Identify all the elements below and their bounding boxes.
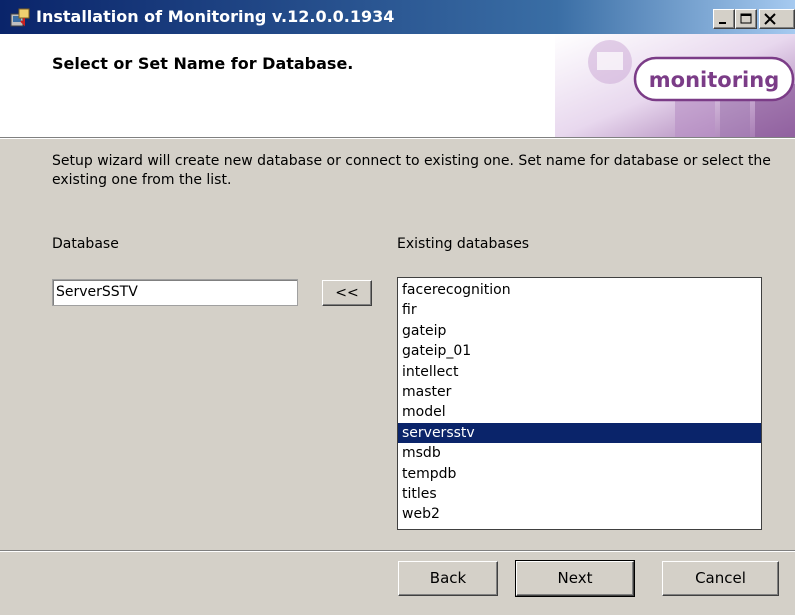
existing-databases-label: Existing databases xyxy=(397,236,530,252)
list-item[interactable]: gateip_01 xyxy=(398,341,761,361)
list-item[interactable]: intellect xyxy=(398,362,761,382)
back-button[interactable]: Back xyxy=(398,561,498,596)
list-item[interactable]: web2 xyxy=(398,504,761,524)
list-item[interactable]: msdb xyxy=(398,443,761,463)
next-button[interactable]: Next xyxy=(515,560,635,597)
list-item-selected[interactable]: serversstv xyxy=(398,422,761,444)
existing-databases-list[interactable]: facerecognition fir gateip gateip_01 int… xyxy=(397,277,762,530)
cancel-button[interactable]: Cancel xyxy=(662,561,779,596)
header-separator xyxy=(0,138,795,139)
window-title: Installation of Monitoring v.12.0.0.1934 xyxy=(36,7,395,26)
close-icon xyxy=(764,13,776,25)
footer-separator xyxy=(0,550,795,552)
list-item[interactable]: gateip xyxy=(398,321,761,341)
database-name-input[interactable]: ServerSSTV xyxy=(52,279,298,306)
list-item[interactable]: master xyxy=(398,382,761,402)
maximize-icon xyxy=(740,13,752,24)
monitoring-logo: monitoring xyxy=(555,34,795,137)
title-bar[interactable]: Installation of Monitoring v.12.0.0.1934 xyxy=(0,0,795,34)
database-label: Database xyxy=(52,236,119,252)
wizard-header: Select or Set Name for Database. monitor… xyxy=(0,34,795,138)
list-item[interactable]: fir xyxy=(398,300,761,320)
installer-icon xyxy=(10,8,30,28)
list-item[interactable]: model xyxy=(398,402,761,422)
copy-to-name-button[interactable]: << xyxy=(322,280,372,306)
list-item[interactable]: tempdb xyxy=(398,464,761,484)
close-button[interactable] xyxy=(759,9,795,29)
intro-text: Setup wizard will create new database or… xyxy=(52,153,771,188)
list-item[interactable]: titles xyxy=(398,484,761,504)
minimize-icon xyxy=(719,22,726,24)
maximize-button[interactable] xyxy=(735,9,757,29)
logo-text: monitoring xyxy=(649,68,779,92)
list-item[interactable]: facerecognition xyxy=(398,280,761,300)
minimize-button[interactable] xyxy=(713,9,735,29)
page-title: Select or Set Name for Database. xyxy=(52,54,354,73)
